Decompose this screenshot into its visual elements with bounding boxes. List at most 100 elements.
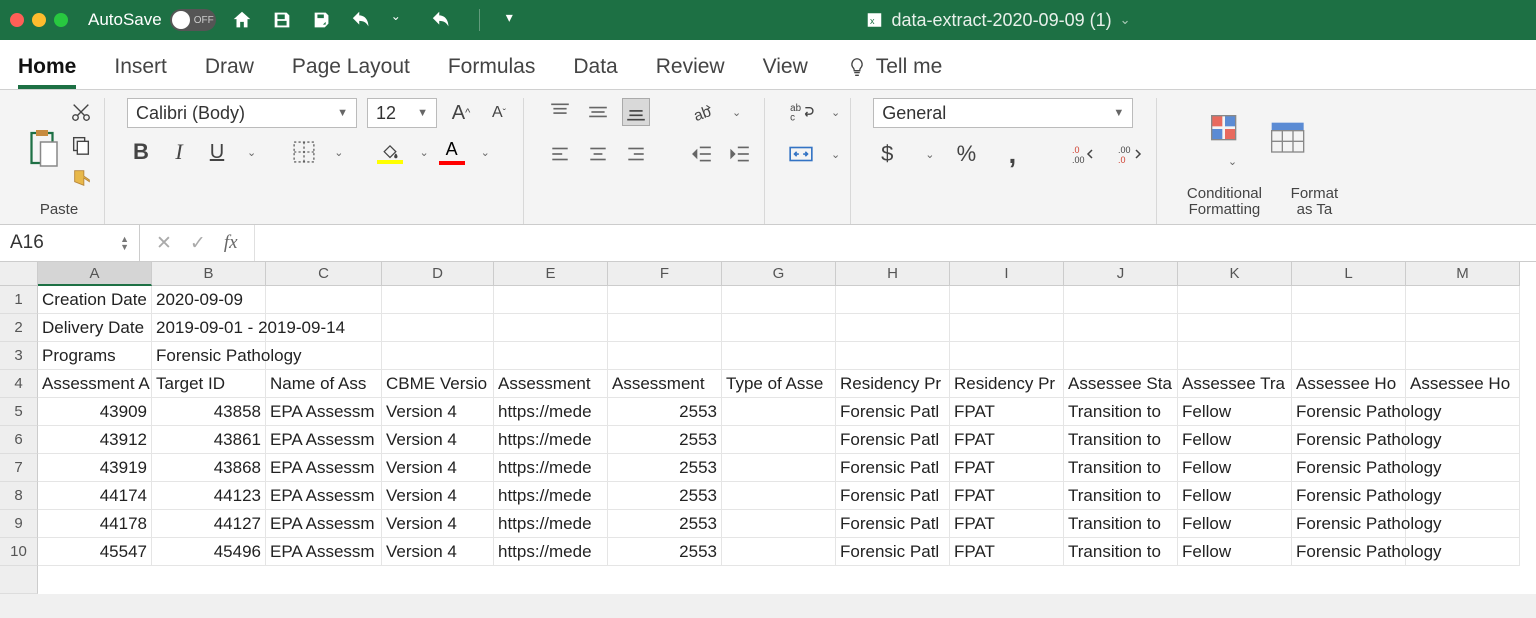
formula-bar-input[interactable]	[254, 225, 1536, 261]
save-as-icon[interactable]	[311, 9, 333, 31]
row-header[interactable]: 3	[0, 342, 38, 370]
cell[interactable]: Transition to	[1064, 510, 1178, 538]
column-header-K[interactable]: K	[1178, 262, 1292, 286]
cell[interactable]	[950, 286, 1064, 314]
cell[interactable]	[722, 454, 836, 482]
tab-review[interactable]: Review	[656, 55, 725, 89]
column-header-M[interactable]: M	[1406, 262, 1520, 286]
cell[interactable]: FPAT	[950, 510, 1064, 538]
wrap-text-icon[interactable]: abc	[787, 98, 815, 126]
cell[interactable]	[1406, 398, 1520, 426]
number-format-select[interactable]: General▼	[873, 98, 1133, 128]
cell[interactable]: CBME Versio	[382, 370, 494, 398]
font-color-button[interactable]: A	[439, 139, 465, 165]
row-header[interactable]	[0, 566, 38, 594]
cell[interactable]	[608, 286, 722, 314]
cell[interactable]: FPAT	[950, 454, 1064, 482]
cell[interactable]	[1292, 342, 1406, 370]
cell[interactable]	[382, 286, 494, 314]
cell[interactable]: Transition to	[1064, 426, 1178, 454]
column-header-L[interactable]: L	[1292, 262, 1406, 286]
cell[interactable]	[1406, 454, 1520, 482]
cell[interactable]	[1406, 342, 1520, 370]
cell[interactable]	[266, 286, 382, 314]
align-bottom-icon[interactable]	[622, 98, 650, 126]
row-header[interactable]: 6	[0, 426, 38, 454]
cell[interactable]: 45547	[38, 538, 152, 566]
bold-button[interactable]: B	[127, 138, 155, 166]
cell[interactable]: EPA Assessm	[266, 426, 382, 454]
tab-page-layout[interactable]: Page Layout	[292, 55, 410, 89]
cell[interactable]: EPA Assessm	[266, 510, 382, 538]
document-title[interactable]: x data-extract-2020-09-09 (1) ⌄	[865, 10, 1130, 31]
spreadsheet-grid[interactable]: ABCDEFGHIJKLM 1Creation Date2020-09-092D…	[0, 262, 1536, 594]
cell[interactable]: Fellow	[1178, 426, 1292, 454]
column-header-E[interactable]: E	[494, 262, 608, 286]
maximize-window-button[interactable]	[54, 13, 68, 27]
cell[interactable]: FPAT	[950, 426, 1064, 454]
cell[interactable]: Assessment	[608, 370, 722, 398]
cell[interactable]: Forensic Pathology	[1292, 510, 1406, 538]
tab-draw[interactable]: Draw	[205, 55, 254, 89]
cell[interactable]	[1406, 482, 1520, 510]
cell[interactable]	[722, 538, 836, 566]
cell[interactable]: 2020-09-09	[152, 286, 266, 314]
fill-color-dropdown[interactable]: ⌄	[419, 146, 428, 159]
cell[interactable]: 44123	[152, 482, 266, 510]
cell[interactable]: FPAT	[950, 538, 1064, 566]
cell[interactable]	[722, 342, 836, 370]
cell[interactable]: 2553	[608, 510, 722, 538]
autosave-toggle[interactable]: OFF	[170, 9, 216, 31]
cell[interactable]	[836, 286, 950, 314]
cell[interactable]: Version 4	[382, 454, 494, 482]
fx-icon[interactable]: fx	[224, 232, 238, 254]
row-header[interactable]: 7	[0, 454, 38, 482]
column-header-G[interactable]: G	[722, 262, 836, 286]
cell[interactable]: Delivery Date	[38, 314, 152, 342]
column-header-B[interactable]: B	[152, 262, 266, 286]
cell[interactable]: Assessee Tra	[1178, 370, 1292, 398]
cell[interactable]	[722, 510, 836, 538]
name-box[interactable]: A16 ▲▼	[0, 225, 140, 261]
align-middle-icon[interactable]	[584, 98, 612, 126]
cell[interactable]	[1406, 510, 1520, 538]
align-center-icon[interactable]	[584, 140, 612, 168]
cell[interactable]	[950, 314, 1064, 342]
cell[interactable]	[1406, 538, 1520, 566]
cell[interactable]: https://mede	[494, 538, 608, 566]
cell[interactable]: EPA Assessm	[266, 538, 382, 566]
cell[interactable]	[1292, 286, 1406, 314]
align-right-icon[interactable]	[622, 140, 650, 168]
column-header-J[interactable]: J	[1064, 262, 1178, 286]
cell[interactable]	[494, 286, 608, 314]
row-header[interactable]: 8	[0, 482, 38, 510]
fill-color-button[interactable]	[377, 141, 403, 164]
cell[interactable]: 2553	[608, 454, 722, 482]
merge-cells-icon[interactable]	[787, 140, 815, 168]
cell[interactable]: 43919	[38, 454, 152, 482]
cell[interactable]	[836, 342, 950, 370]
row-header[interactable]: 2	[0, 314, 38, 342]
underline-dropdown[interactable]: ⌄	[247, 146, 256, 159]
cell[interactable]: Forensic Patl	[836, 454, 950, 482]
cell[interactable]: 44127	[152, 510, 266, 538]
cell[interactable]: Transition to	[1064, 482, 1178, 510]
italic-button[interactable]: I	[165, 138, 193, 166]
cell[interactable]: Version 4	[382, 538, 494, 566]
cell[interactable]: https://mede	[494, 454, 608, 482]
home-icon[interactable]	[231, 9, 253, 31]
column-header-F[interactable]: F	[608, 262, 722, 286]
cell[interactable]: Fellow	[1178, 454, 1292, 482]
cell[interactable]	[1178, 286, 1292, 314]
align-left-icon[interactable]	[546, 140, 574, 168]
increase-indent-icon[interactable]	[726, 140, 754, 168]
paste-button[interactable]	[24, 128, 60, 168]
cell[interactable]: 43858	[152, 398, 266, 426]
orientation-icon[interactable]: ab	[688, 98, 716, 126]
undo-dropdown-icon[interactable]: ⌄	[391, 9, 413, 31]
decrease-decimal-icon[interactable]: .0.00	[1072, 140, 1100, 168]
cell[interactable]	[1406, 426, 1520, 454]
cell[interactable]: Version 4	[382, 398, 494, 426]
tell-me[interactable]: Tell me	[846, 55, 943, 89]
cell[interactable]: Programs	[38, 342, 152, 370]
